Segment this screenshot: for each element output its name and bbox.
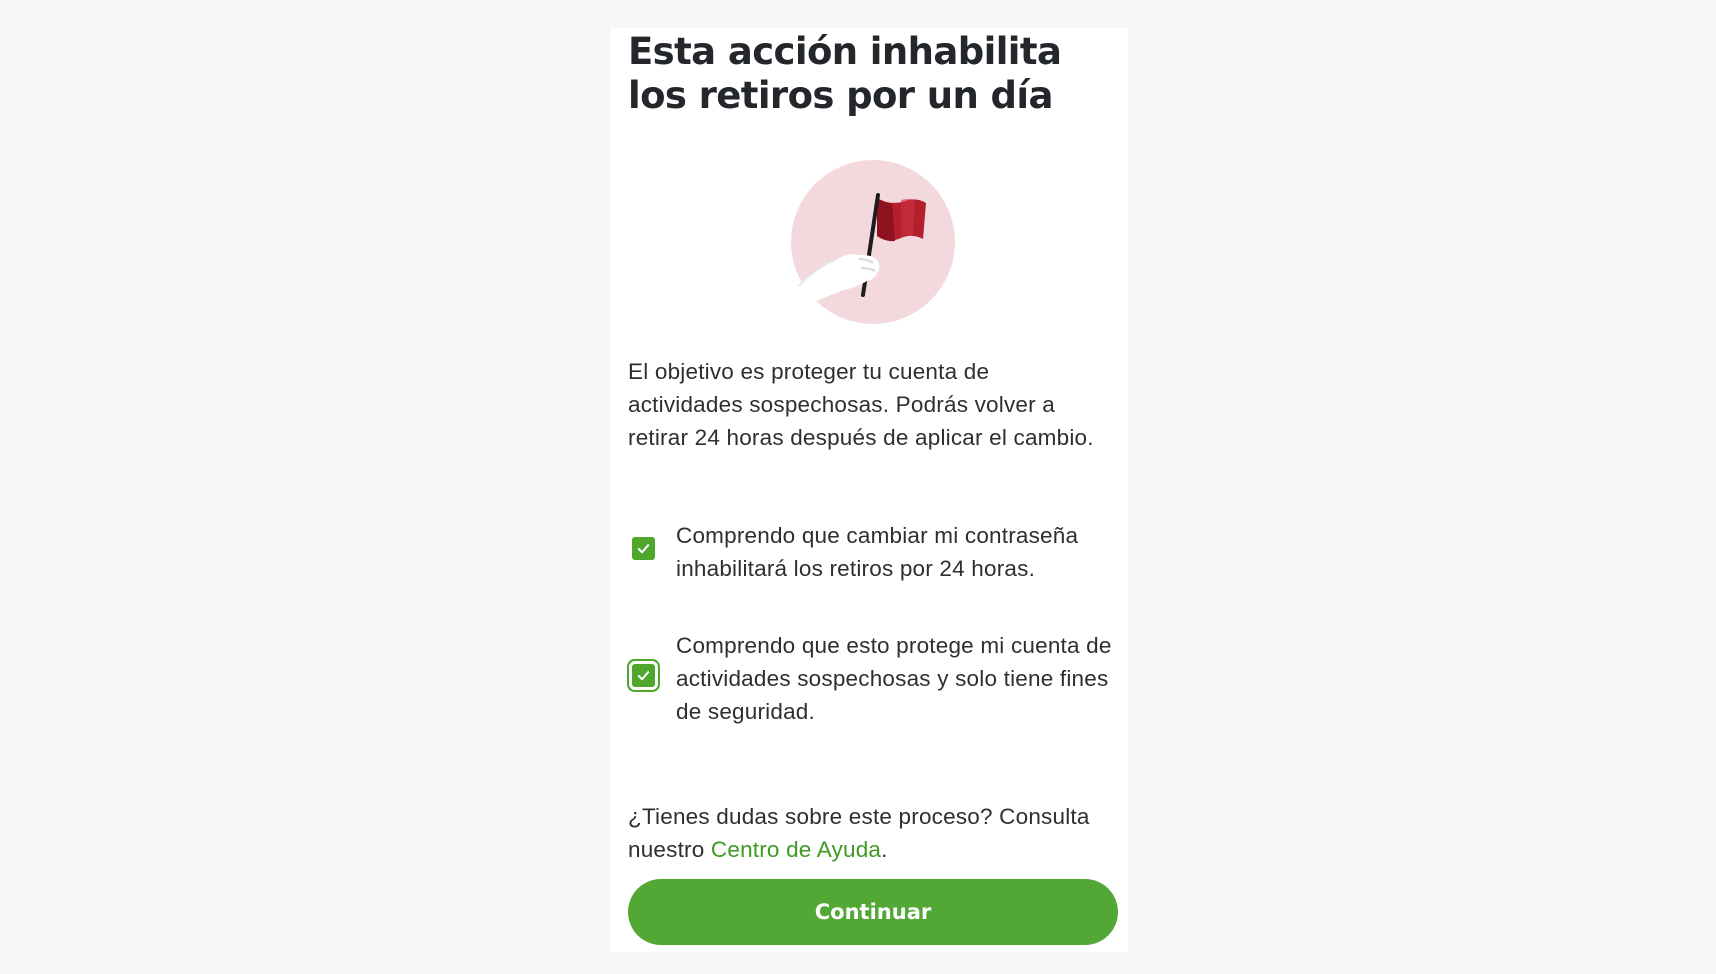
- help-text: ¿Tienes dudas sobre este proceso? Consul…: [628, 800, 1108, 866]
- help-center-link[interactable]: Centro de Ayuda: [711, 837, 881, 862]
- help-suffix: .: [881, 837, 888, 862]
- checkbox-label: Comprendo que cambiar mi contraseña inha…: [676, 523, 1079, 581]
- red-flag-icon: [791, 160, 955, 324]
- continue-button[interactable]: Continuar: [628, 879, 1118, 945]
- checkmark-icon: [637, 671, 650, 681]
- description-text: El objetivo es proteger tu cuenta de act…: [628, 359, 1094, 450]
- checkmark-icon: [637, 544, 650, 554]
- dialog-title: Esta acción inhabilita los retiros por u…: [628, 30, 1062, 117]
- checkbox-security-purpose[interactable]: [632, 664, 655, 687]
- checkbox-withdrawal-disable[interactable]: [632, 537, 655, 560]
- dialog-card: Esta acción inhabilita los retiros por u…: [610, 28, 1128, 952]
- checkbox-label: Comprendo que esto protege mi cuenta de …: [676, 633, 1112, 724]
